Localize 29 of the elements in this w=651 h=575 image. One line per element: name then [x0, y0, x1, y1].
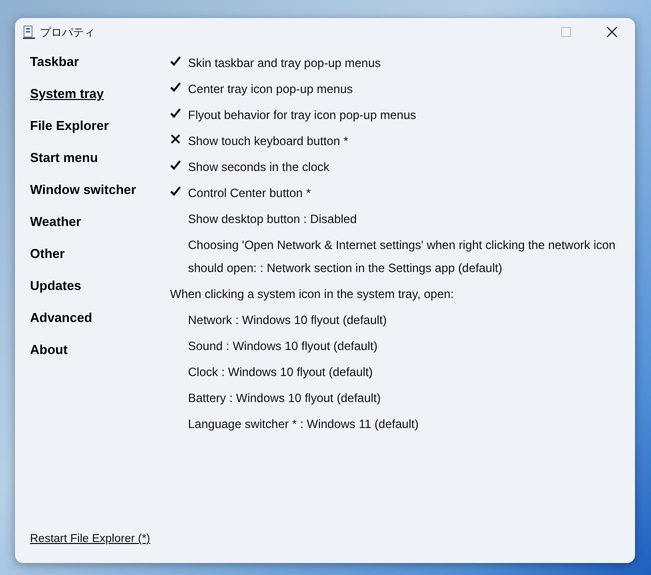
setting-option[interactable]: Network : Windows 10 flyout (default): [188, 309, 387, 335]
sidebar-item[interactable]: About: [30, 342, 68, 374]
sidebar-item[interactable]: Updates: [30, 278, 82, 310]
toggle-option[interactable]: Show touch keyboard button *: [188, 130, 348, 153]
toggle-option[interactable]: Skin taskbar and tray pop-up menus: [188, 52, 381, 75]
close-icon: [606, 26, 618, 38]
toggle-option[interactable]: Flyout behavior for tray icon pop-up menus: [188, 104, 416, 127]
toggle-option[interactable]: Show seconds in the clock: [188, 156, 330, 179]
setting-option[interactable]: Sound : Windows 10 flyout (default): [188, 335, 378, 361]
setting-option[interactable]: Choosing 'Open Network & Internet settings' when right clicking the network icon should open: : Network section in the Settings app (default): [188, 234, 625, 283]
setting-option[interactable]: Battery : Windows 10 flyout (default): [188, 387, 381, 413]
sidebar-item[interactable]: Weather: [30, 214, 82, 246]
sidebar-item[interactable]: Taskbar: [30, 54, 79, 86]
section-heading: When clicking a system icon in the system tray, open:: [170, 286, 454, 303]
window-title: プロパティ: [40, 26, 95, 40]
sidebar-item[interactable]: Other: [30, 246, 65, 278]
setting-option[interactable]: Language switcher * : Windows 11 (default): [188, 413, 419, 439]
setting-option[interactable]: Show desktop button : Disabled: [188, 208, 357, 234]
sidebar-item[interactable]: Window switcher: [30, 182, 136, 214]
restart-link[interactable]: Restart File Explorer (*): [30, 533, 150, 545]
toggle-option[interactable]: Center tray icon pop-up menus: [188, 78, 353, 101]
maximize-icon: [561, 27, 571, 37]
sidebar-item[interactable]: Advanced: [30, 310, 92, 342]
sidebar-item[interactable]: System tray: [30, 86, 104, 118]
app-icon: [23, 25, 35, 39]
toggle-option[interactable]: Control Center button *: [188, 182, 311, 205]
sidebar-item[interactable]: Start menu: [30, 150, 98, 182]
sidebar-item[interactable]: File Explorer: [30, 118, 109, 150]
setting-option[interactable]: Clock : Windows 10 flyout (default): [188, 361, 373, 387]
